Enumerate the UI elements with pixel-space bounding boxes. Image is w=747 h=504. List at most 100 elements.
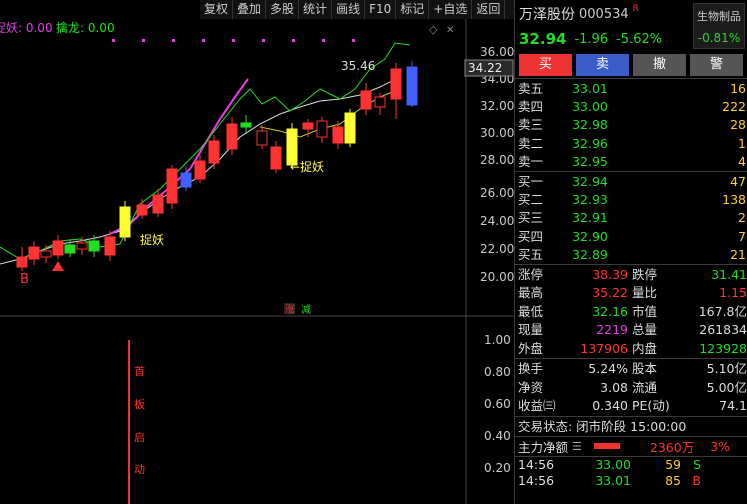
bid-book: 买一 32.94 47 买二 32.93 138 买三 32.91 2 买四 32.90 7 买… <box>515 172 747 264</box>
signal-dot <box>322 39 325 42</box>
stat-key: 现量 <box>518 322 544 338</box>
stat-value: 167.8亿 <box>698 303 747 319</box>
order-price: 32.89 <box>572 246 608 262</box>
order-volume: 21 <box>730 246 746 262</box>
stat-value: 0.340 <box>592 398 628 414</box>
order-label: 买二 <box>518 192 544 208</box>
current-price-tag: 34.22 <box>468 61 502 75</box>
stat-value: 137906 <box>580 340 628 356</box>
tick-volume: 59 <box>665 456 681 472</box>
order-label: 买五 <box>518 246 544 262</box>
stat-key: 收益㈢ <box>518 398 556 414</box>
signal-dot <box>352 39 355 42</box>
jian-label: 减 <box>301 304 311 316</box>
stat-key: 股本 <box>632 361 658 377</box>
buy-button[interactable]: 买 <box>519 54 572 76</box>
trade-buttons: 买 卖 撤 警 <box>515 50 747 78</box>
stat-value: 5.00亿 <box>706 379 747 395</box>
order-price: 33.00 <box>572 99 608 115</box>
main-flow-value: 2360万 <box>649 439 695 455</box>
price-tick: 22.00 <box>480 242 514 256</box>
stat-key: 净资 <box>518 379 544 395</box>
order-row: 买一 32.94 47 <box>515 173 747 191</box>
vertical-text-char: 首 <box>134 364 145 378</box>
stat-key: 跌停 <box>632 266 658 282</box>
order-volume: 222 <box>722 99 746 115</box>
candle-body <box>104 236 116 256</box>
order-row: 卖三 32.98 28 <box>515 116 747 134</box>
toolbar-back-button[interactable]: 返回 <box>472 0 506 19</box>
high-price-label: 35.46 <box>341 59 375 73</box>
sub-chart-axis: 1.00 0.80 0.60 0.40 0.20 <box>484 333 511 475</box>
stat-value: 74.1 <box>719 398 747 414</box>
toolbar-draw-line-button[interactable]: 画线 <box>332 0 366 19</box>
stat-value: 38.39 <box>592 266 628 282</box>
stat-row: 最高 35.22 量比 1.15 <box>515 284 747 303</box>
price-tick: 36.00 <box>480 45 514 59</box>
toolbar-overlay-button[interactable]: 叠加 <box>233 0 267 19</box>
price-change: -1.96 <box>574 31 609 47</box>
list-icon[interactable]: ☰ <box>572 440 582 453</box>
candle-body <box>16 256 28 268</box>
toolbar-multi-stock-button[interactable]: 多股 <box>266 0 300 19</box>
stat-row: 收益㈢ 0.340 PE(动) 74.1 <box>515 397 747 416</box>
vertical-text-char: 板 <box>134 397 145 411</box>
sector-change: -0.81% <box>697 31 741 45</box>
price-tick: 30.00 <box>480 126 514 140</box>
indicator-label-catch-demon: 捉妖: 0.00 <box>0 20 53 35</box>
stat-row: 净资 3.08 流通 5.00亿 <box>515 379 747 398</box>
trading-status: 交易状态: 闭市阶段 15:00:00 <box>515 415 747 436</box>
order-price: 32.93 <box>572 192 608 208</box>
alert-button[interactable]: 警 <box>690 54 743 76</box>
order-price: 32.91 <box>572 210 608 226</box>
order-row: 买三 32.91 2 <box>515 209 747 227</box>
last-price: 32.94 <box>519 30 567 48</box>
candle-body <box>332 126 344 144</box>
quote-panel: 万泽股份 000534 R 生物制品 -0.81% 32.94 -1.96 -5… <box>514 0 747 504</box>
order-volume: 1 <box>738 135 746 151</box>
stat-key: 总量 <box>632 322 658 338</box>
signal-dot <box>142 39 145 42</box>
main-flow-label: 主力净额 <box>518 439 569 455</box>
stat-key: 市值 <box>632 303 658 319</box>
order-label: 卖五 <box>518 81 544 96</box>
candle-body <box>390 68 402 100</box>
sector-box[interactable]: 生物制品 -0.81% <box>693 3 745 49</box>
stat-row: 外盘 137906 内盘 123928 <box>515 340 747 359</box>
toolbar-statistics-button[interactable]: 统计 <box>299 0 333 19</box>
vertical-text-char: 启 <box>134 431 145 444</box>
price-axis: 36.00 34.00 32.00 30.00 28.00 26.00 24.0… <box>480 45 514 284</box>
order-price: 33.01 <box>572 81 608 96</box>
stat-key: 流通 <box>632 379 658 395</box>
price-tick: 32.00 <box>480 99 514 113</box>
stat-value: 261834 <box>699 322 747 338</box>
toolbar-restore-rights-button[interactable]: 复权 <box>200 0 234 19</box>
candle-body <box>76 242 88 250</box>
toolbar-add-watchlist-button[interactable]: +自选 <box>429 0 473 19</box>
ma-line-magenta <box>109 78 249 235</box>
chart-close-icon[interactable]: ✕ <box>446 25 454 36</box>
chart-settings-icon[interactable]: ◇ <box>429 23 438 36</box>
stat-row: 现量 2219 总量 261834 <box>515 321 747 340</box>
stat-key: PE(动) <box>632 398 670 414</box>
kline-chart-area[interactable]: 捉妖: 0.00 擒龙: 0.00 ◇ ✕ 36.00 34.00 32.00 … <box>0 19 514 504</box>
toolbar-f10-button[interactable]: F10 <box>365 0 397 19</box>
order-price: 32.94 <box>572 173 608 189</box>
candle-body <box>136 204 148 216</box>
cancel-order-button[interactable]: 撤 <box>633 54 686 76</box>
tick-side: S <box>693 456 701 472</box>
price-change-pct: -5.62% <box>616 31 663 47</box>
indicator-label-catch-dragon: 擒龙: 0.00 <box>56 20 115 35</box>
zhang-label: 涨 <box>285 304 295 316</box>
stat-key: 外盘 <box>518 340 544 356</box>
stat-key: 内盘 <box>632 340 658 356</box>
candle-body <box>166 168 178 204</box>
toolbar-mark-button[interactable]: 标记 <box>396 0 430 19</box>
order-label: 买四 <box>518 228 544 244</box>
tick-row: 14:56 33.00 59 S <box>515 457 747 473</box>
stat-value: 123928 <box>699 340 747 356</box>
kline-chart-svg[interactable]: 捉妖: 0.00 擒龙: 0.00 ◇ ✕ 36.00 34.00 32.00 … <box>0 19 514 504</box>
stock-code: 000534 <box>579 6 629 22</box>
order-row: 买二 32.93 138 <box>515 191 747 209</box>
sell-button[interactable]: 卖 <box>576 54 629 76</box>
